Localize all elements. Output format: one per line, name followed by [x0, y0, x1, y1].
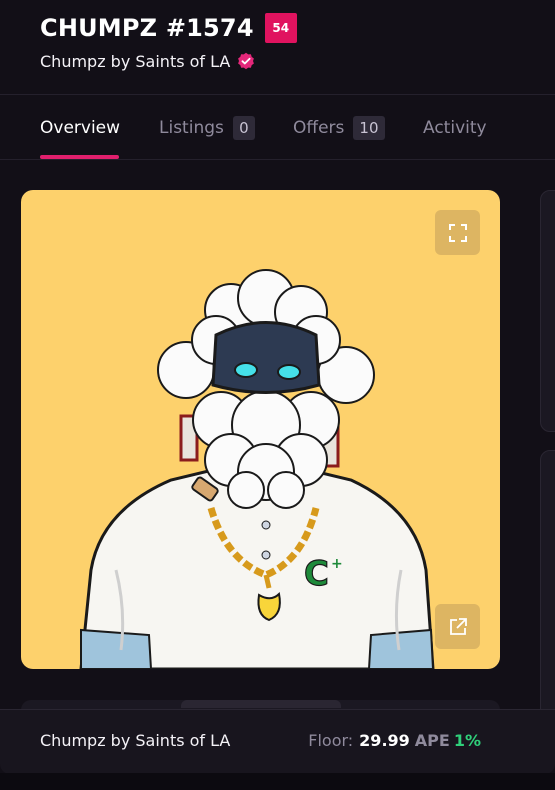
- tab-overview[interactable]: Overview: [40, 115, 120, 141]
- collection-floor-bar[interactable]: Chumpz by Saints of LA Floor: 29.99 APE …: [0, 709, 555, 774]
- nft-title: CHUMPZ #1574: [40, 14, 254, 42]
- nft-image-card[interactable]: C +: [21, 190, 500, 669]
- title-row: CHUMPZ #1574 54: [40, 13, 297, 43]
- nft-header: CHUMPZ #1574 54 Chumpz by Saints of LA: [0, 0, 555, 95]
- floor-value: 29.99: [359, 731, 410, 750]
- floor-price: Floor: 29.99 APE 1%: [308, 731, 481, 750]
- open-external-button[interactable]: [435, 604, 480, 649]
- svg-text:C: C: [304, 554, 329, 594]
- collection-link[interactable]: Chumpz by Saints of LA: [40, 50, 255, 72]
- verified-check-icon: [237, 52, 255, 70]
- side-panel: [540, 450, 555, 752]
- listings-count-badge: 0: [232, 116, 255, 140]
- floor-currency: APE: [414, 731, 450, 750]
- details-card-tab: [181, 700, 341, 708]
- page-bottom-strip: [0, 773, 555, 790]
- tab-offers-label: Offers: [293, 118, 345, 138]
- external-link-icon: [449, 617, 467, 635]
- floor-change: 1%: [453, 731, 481, 750]
- tab-bar: Overview Listings 0 Offers 10 Activity: [0, 95, 555, 160]
- bottom-collection-name[interactable]: Chumpz by Saints of LA: [40, 731, 230, 750]
- tab-activity-label: Activity: [423, 118, 487, 138]
- tab-listings-label: Listings: [159, 118, 224, 138]
- offers-count-badge: 10: [353, 116, 385, 140]
- rank-badge: 54: [264, 13, 297, 43]
- collection-name[interactable]: Chumpz by Saints of LA: [40, 52, 230, 71]
- nft-artwork: C +: [79, 269, 435, 669]
- side-panel: [540, 190, 555, 432]
- tab-offers[interactable]: Offers 10: [293, 115, 385, 141]
- svg-text:+: +: [331, 556, 343, 572]
- tab-listings[interactable]: Listings 0: [159, 115, 255, 141]
- floor-label: Floor:: [308, 731, 354, 750]
- tab-activity[interactable]: Activity: [423, 115, 487, 141]
- tab-overview-label: Overview: [40, 118, 121, 138]
- active-tab-indicator: [40, 155, 119, 159]
- expand-icon: [448, 223, 467, 242]
- expand-button[interactable]: [435, 210, 480, 255]
